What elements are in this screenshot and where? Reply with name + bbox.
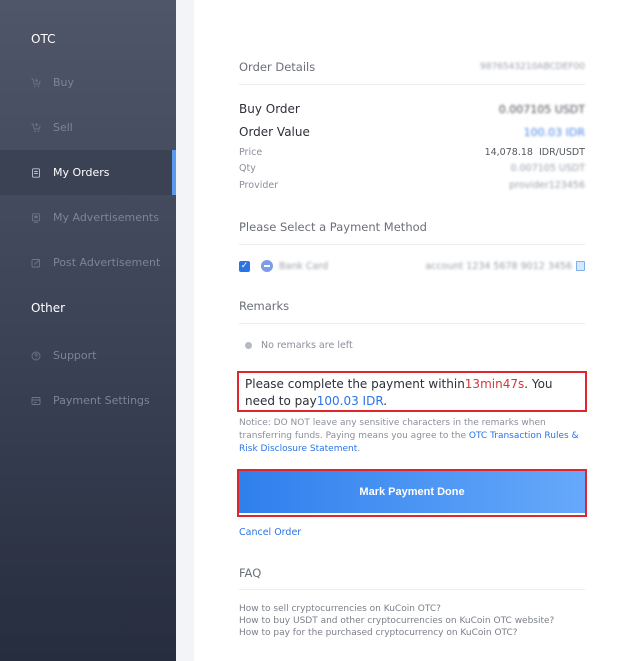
order-value-row: Order Value 100.03 IDR (239, 124, 585, 140)
sidebar-item-label: My Advertisements (53, 211, 159, 224)
divider (239, 589, 585, 590)
payment-method-name: Bank Card (279, 260, 329, 272)
sidebar-item-post-advertisement[interactable]: Post Advertisement (0, 240, 176, 285)
qty-label: Qty (239, 163, 256, 174)
order-value-value: 100.03 IDR (523, 125, 585, 139)
support-icon (31, 351, 41, 361)
payment-account-number: account 1234 5678 9012 3456 (425, 260, 572, 272)
card-icon (31, 396, 41, 406)
sidebar-item-label: Post Advertisement (53, 256, 161, 269)
provider-row: Provider provider123456 (239, 179, 585, 192)
remarks-title: Remarks (239, 299, 290, 313)
payment-deadline-alert: Please complete the payment within13min4… (237, 371, 587, 412)
divider (239, 323, 585, 324)
sidebar-item-buy[interactable]: Buy (0, 60, 176, 105)
provider-label: Provider (239, 180, 279, 191)
sidebar-item-sell[interactable]: Sell (0, 105, 176, 150)
sidebar: OTC Buy Sell My Orders My Advertisements… (0, 0, 176, 661)
no-remarks-text: No remarks are left (261, 340, 353, 351)
sidebar-item-support[interactable]: Support (0, 333, 176, 378)
edit-icon (31, 258, 41, 268)
price-row: Price 14,078.18 IDR/USDT (239, 146, 585, 159)
payment-method-option[interactable]: ✓ Bank Card account 1234 5678 9012 3456 (239, 256, 585, 276)
price-value: 14,078.18 IDR/USDT (484, 147, 585, 158)
mark-payment-done-button[interactable]: Mark Payment Done (239, 471, 585, 513)
divider (239, 84, 585, 85)
order-value-label: Order Value (239, 125, 310, 139)
order-details-title: Order Details (239, 60, 316, 74)
no-remarks-message: No remarks are left (239, 340, 353, 351)
buy-order-row: Buy Order 0.007105 USDT (239, 101, 585, 117)
buy-order-label: Buy Order (239, 102, 300, 116)
faq-link[interactable]: How to pay for the purchased cryptocurre… (239, 627, 554, 639)
cancel-order-link[interactable]: Cancel Order (239, 527, 301, 538)
content-gutter (176, 0, 194, 661)
order-id: 9876543210ABCDEF00 (480, 62, 585, 72)
sidebar-item-my-advertisements[interactable]: My Advertisements (0, 195, 176, 240)
copy-icon[interactable] (576, 261, 585, 271)
faq-link[interactable]: How to buy USDT and other cryptocurrenci… (239, 615, 554, 627)
payment-amount: 100.03 IDR (316, 394, 384, 408)
payment-notice: Notice: DO NOT leave any sensitive chara… (239, 417, 585, 456)
orders-icon (31, 167, 41, 178)
payment-method-checkbox[interactable]: ✓ (239, 260, 250, 272)
mark-payment-done-highlight: Mark Payment Done (237, 469, 587, 517)
sidebar-item-label: Sell (53, 121, 73, 134)
advertisements-icon (31, 212, 41, 223)
sidebar-item-my-orders[interactable]: My Orders (0, 150, 176, 195)
alert-suffix: . (383, 394, 388, 408)
sidebar-section-otc: OTC (31, 32, 56, 46)
sidebar-item-payment-settings[interactable]: Payment Settings (0, 378, 176, 423)
notice-end: . (357, 444, 361, 454)
cart-up-icon (31, 122, 41, 133)
price-label: Price (239, 147, 263, 158)
countdown-timer: 13min47s (464, 377, 525, 391)
sidebar-section-other: Other (31, 301, 66, 315)
sidebar-item-label: My Orders (53, 166, 110, 179)
cart-down-icon (31, 78, 41, 88)
alert-prefix: Please complete the payment within (245, 377, 465, 391)
info-icon (245, 342, 252, 349)
sidebar-item-label: Buy (53, 76, 75, 89)
payment-method-title: Please Select a Payment Method (239, 220, 427, 234)
provider-value[interactable]: provider123456 (509, 180, 585, 191)
bank-card-icon (261, 260, 273, 272)
sidebar-item-label: Payment Settings (53, 394, 150, 407)
sidebar-item-label: Support (53, 349, 97, 362)
qty-row: Qty 0.007105 USDT (239, 162, 585, 175)
divider (239, 244, 585, 245)
buy-order-value: 0.007105 USDT (498, 102, 585, 116)
qty-value: 0.007105 USDT (510, 163, 585, 174)
faq-title: FAQ (239, 566, 262, 580)
faq-list: How to sell cryptocurrencies on KuCoin O… (239, 603, 554, 639)
faq-link[interactable]: How to sell cryptocurrencies on KuCoin O… (239, 603, 554, 615)
